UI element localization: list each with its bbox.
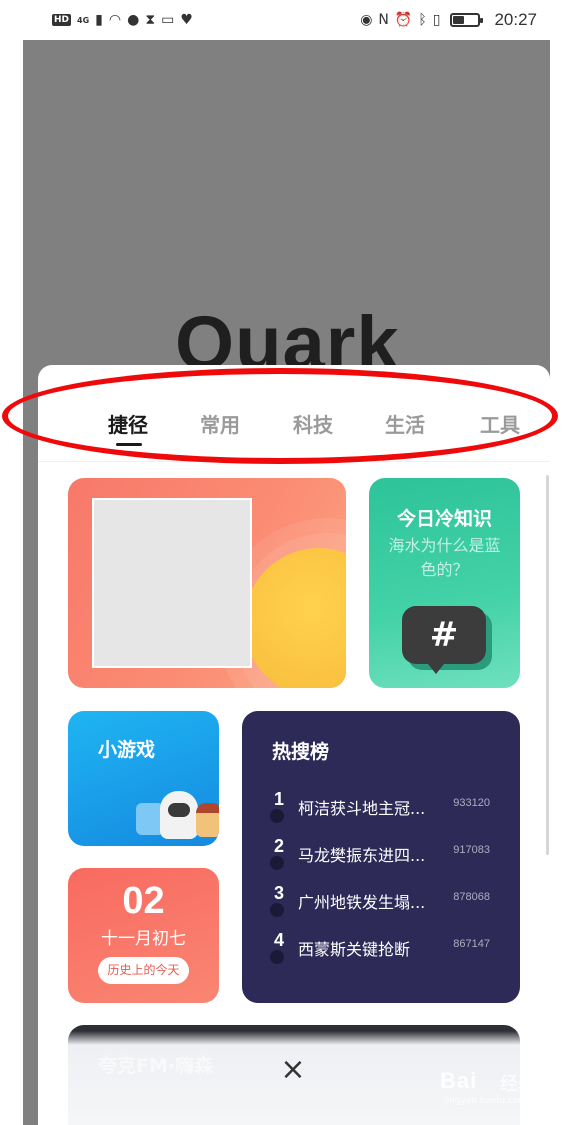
hot-rank: 2 <box>274 836 285 856</box>
mini-games-card[interactable]: 小游戏 <box>68 711 219 846</box>
active-tab-indicator <box>116 443 142 446</box>
battery-icon <box>450 13 484 27</box>
hot-search-item[interactable]: 2 马龙樊振东进四... 917083 <box>242 836 520 876</box>
nfc-icon: N <box>378 12 389 28</box>
wifi-icon: ◠ <box>108 12 122 28</box>
tab-tools[interactable]: 工具 <box>480 409 520 438</box>
eye-icon: ◉ <box>360 12 373 28</box>
hot-search-title: 热搜榜 <box>272 741 330 763</box>
placeholder-image <box>92 498 252 668</box>
rank-dot <box>270 950 284 964</box>
tab-life[interactable]: 生活 <box>385 409 425 438</box>
status-bar: HD 4G ▮ ◠ ● ⧗ ▭ ♥ ◉ N ⏰ ᛒ ▯ 20:27 <box>0 0 565 40</box>
globe-icon: ● <box>127 12 140 28</box>
fm-title: 夸克FM·嗨森 <box>98 1055 214 1077</box>
tab-shortcut[interactable]: 捷径 <box>108 409 148 438</box>
vibrate-icon: ▯ <box>432 12 441 28</box>
hashtag-icon: # <box>429 615 459 655</box>
history-today-button[interactable]: 历史上的今天 <box>98 957 189 984</box>
watermark-brand: Bai <box>440 1068 478 1093</box>
date-day: 02 <box>122 880 165 922</box>
rank-dot <box>270 903 284 917</box>
heart-icon: ♥ <box>180 12 193 28</box>
status-left-icons: HD 4G ▮ ◠ ● ⧗ ▭ ♥ <box>52 10 193 30</box>
date-card[interactable]: 02 十一月初七 历史上的今天 <box>68 868 219 1003</box>
alarm-icon: ⏰ <box>394 12 413 28</box>
category-tabs: 捷径 常用 科技 生活 工具 <box>38 401 550 445</box>
hourglass-icon: ⧗ <box>145 12 156 28</box>
tab-tech[interactable]: 科技 <box>293 409 333 438</box>
lunar-date: 十一月初七 <box>101 929 186 949</box>
baidu-watermark: Bai 经验 jingyan.baidu.com <box>440 1068 550 1112</box>
close-icon[interactable]: × <box>278 1055 308 1085</box>
hot-headline: 柯洁获斗地主冠... <box>298 799 426 818</box>
hashtag-bubble-icon: # <box>402 606 486 674</box>
scrollbar[interactable] <box>546 475 549 855</box>
hot-count: 867147 <box>453 938 490 950</box>
tabs-divider <box>38 461 550 462</box>
hot-rank: 4 <box>274 930 285 950</box>
hot-headline: 马龙樊振东进四... <box>298 846 426 865</box>
hot-count: 933120 <box>453 797 490 809</box>
hot-search-item[interactable]: 1 柯洁获斗地主冠... 933120 <box>242 789 520 829</box>
battery-level-fill <box>453 16 465 24</box>
hot-search-item[interactable]: 4 西蒙斯关键抢断 867147 <box>242 930 520 970</box>
daily-fact-card[interactable]: 今日冷知识 海水为什么是蓝色的？ # <box>369 478 520 688</box>
hot-headline: 广州地铁发生塌... <box>298 893 426 912</box>
featured-card[interactable] <box>68 478 346 688</box>
hot-count: 878068 <box>453 891 490 903</box>
status-clock: 20:27 <box>494 10 537 29</box>
mustache-character-icon <box>196 803 219 837</box>
hot-headline: 西蒙斯关键抢断 <box>298 940 411 959</box>
bluetooth-icon: ᛒ <box>418 12 427 28</box>
watermark-brand-cn: 经验 <box>500 1074 536 1095</box>
network-type: 4G <box>77 15 90 25</box>
signal-icon: ▮ <box>95 12 103 28</box>
hot-rank: 1 <box>274 789 285 809</box>
fact-title: 今日冷知识 <box>396 508 492 530</box>
rank-dot <box>270 809 284 823</box>
tab-common[interactable]: 常用 <box>200 409 240 438</box>
mini-games-title: 小游戏 <box>98 739 156 761</box>
rank-dot <box>270 856 284 870</box>
hd-badge: HD <box>52 14 72 26</box>
hot-search-card[interactable]: 热搜榜 1 柯洁获斗地主冠... 933120 2 马龙樊振东进四... 917… <box>242 711 520 1003</box>
hot-count: 917083 <box>453 844 490 856</box>
status-right-icons: ◉ N ⏰ ᛒ ▯ 20:27 <box>360 10 537 30</box>
fact-question: 海水为什么是蓝色的？ <box>388 536 501 579</box>
hot-rank: 3 <box>274 883 285 903</box>
hot-search-item[interactable]: 3 广州地铁发生塌... 878068 <box>242 883 520 923</box>
astronaut-character-icon <box>160 791 198 839</box>
card-icon: ▭ <box>161 12 175 28</box>
watermark-url: jingyan.baidu.com <box>444 1096 528 1106</box>
shortcut-sheet: 捷径 常用 科技 生活 工具 今日冷知识 海水为什么是蓝色的？ # 小游戏 02… <box>38 365 550 1125</box>
